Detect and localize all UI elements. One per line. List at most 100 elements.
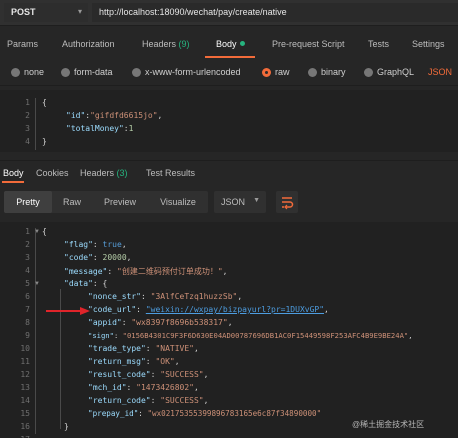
radio-binary-label: binary xyxy=(321,67,346,77)
tab-response-headers-label: Headers xyxy=(80,168,115,178)
radio-none[interactable]: none xyxy=(11,67,44,77)
line-number: 4 xyxy=(25,266,30,275)
radio-form-data-label: form-data xyxy=(74,67,113,77)
json-value: 1 xyxy=(128,124,134,133)
line-number: 11 xyxy=(20,357,30,366)
radio-circle-icon xyxy=(11,67,20,77)
line-number: 2 xyxy=(25,240,30,249)
code-line: "flag": true, xyxy=(64,240,127,249)
json-key: "trade_type" xyxy=(88,344,146,353)
body-format-select[interactable]: JSON xyxy=(428,67,452,77)
url-input[interactable]: http://localhost:18090/wechat/pay/create… xyxy=(92,3,458,22)
code-url-link[interactable]: "weixin://wxpay/bizpayurl?pr=1DUXvGP" xyxy=(146,305,324,314)
code-line: "id":"gifdfd6615jo", xyxy=(66,111,163,120)
line-number: 10 xyxy=(20,344,30,353)
line-number: 12 xyxy=(20,370,30,379)
view-preview[interactable]: Preview xyxy=(92,191,148,213)
radio-circle-icon xyxy=(308,67,317,77)
tab-headers-label: Headers xyxy=(142,39,177,49)
radio-circle-icon xyxy=(132,67,141,77)
json-value: "SUCCESS" xyxy=(160,396,204,405)
body-type-radios: none form-data x-www-form-urlencoded raw… xyxy=(0,60,458,86)
wrap-lines-button[interactable] xyxy=(276,191,298,213)
line-number: 13 xyxy=(20,383,30,392)
radio-graphql-label: GraphQL xyxy=(377,67,415,77)
active-response-tab-indicator xyxy=(2,181,24,183)
radio-urlencoded[interactable]: x-www-form-urlencoded xyxy=(132,67,241,77)
tab-tests[interactable]: Tests xyxy=(368,39,389,49)
code-line: "prepay_id": "wx02175355399896783165e6c8… xyxy=(88,409,322,418)
response-format-select[interactable]: JSON ▼ xyxy=(214,191,266,213)
view-visualize[interactable]: Visualize xyxy=(148,191,208,213)
line-number: 1 xyxy=(25,227,30,236)
wrap-lines-icon xyxy=(282,197,294,210)
json-key: "data" xyxy=(64,279,93,288)
line-number: 8 xyxy=(25,318,30,327)
tab-params[interactable]: Params xyxy=(7,39,38,49)
json-key: "totalMoney" xyxy=(66,124,124,133)
json-key: "result_code" xyxy=(88,370,151,379)
fold-guide xyxy=(35,228,36,434)
line-number: 3 xyxy=(25,124,30,133)
code-brace: } xyxy=(42,137,47,146)
fold-chevron-icon[interactable]: ▼ xyxy=(34,281,40,287)
line-number: 5 xyxy=(25,279,30,288)
json-key: "code_url" xyxy=(88,305,137,314)
json-key: "nonce_str" xyxy=(88,292,141,301)
tab-response-headers[interactable]: Headers (3) xyxy=(80,168,128,178)
radio-selected-icon xyxy=(262,67,271,77)
json-key: "prepay_id" xyxy=(88,409,139,418)
json-key: "flag" xyxy=(64,240,93,249)
code-line: "totalMoney":1 xyxy=(66,124,134,133)
view-pretty[interactable]: Pretty xyxy=(4,191,52,213)
url-bar: POST ▾ http://localhost:18090/wechat/pay… xyxy=(0,0,458,26)
tab-settings[interactable]: Settings xyxy=(412,39,445,49)
tab-body[interactable]: Body xyxy=(216,39,245,49)
line-number: 15 xyxy=(20,409,30,418)
fold-chevron-icon[interactable]: ▼ xyxy=(34,229,40,235)
line-number: 2 xyxy=(25,111,30,120)
radio-binary[interactable]: binary xyxy=(308,67,346,77)
tab-response-body[interactable]: Body xyxy=(3,168,24,178)
active-tab-indicator xyxy=(205,56,255,58)
method-select[interactable]: POST ▾ xyxy=(4,3,88,22)
line-number: 4 xyxy=(25,137,30,146)
code-line: "sign": "0156B4301C9F3F6D630E04AD0078769… xyxy=(88,331,413,340)
response-headers-count: (3) xyxy=(116,168,128,178)
json-value: "NATIVE" xyxy=(155,344,194,353)
radio-circle-icon xyxy=(61,67,70,77)
json-key: "code" xyxy=(64,253,93,262)
code-line: "nonce_str": "3AlfCeTzq1huzzSb", xyxy=(88,292,243,301)
radio-form-data[interactable]: form-data xyxy=(61,67,113,77)
radio-graphql[interactable]: GraphQL xyxy=(364,67,414,77)
tab-authorization[interactable]: Authorization xyxy=(62,39,115,49)
view-mode-toggle: Pretty Raw Preview Visualize xyxy=(4,191,208,213)
request-body-editor[interactable]: 1 2 3 4 { "id":"gifdfd6615jo", "totalMon… xyxy=(0,90,458,152)
view-raw[interactable]: Raw xyxy=(52,191,92,213)
json-value: "创建二维码预付订单成功！" xyxy=(117,267,223,276)
line-number: 14 xyxy=(20,396,30,405)
chevron-down-icon: ▾ xyxy=(77,7,82,16)
json-key: "appid" xyxy=(88,318,122,327)
tab-cookies[interactable]: Cookies xyxy=(36,168,69,178)
annotation-arrow-icon xyxy=(46,307,90,315)
json-value: "wx8397f8696b538317" xyxy=(131,318,228,327)
line-number: 7 xyxy=(25,305,30,314)
line-number: 6 xyxy=(25,292,30,301)
radio-raw[interactable]: raw xyxy=(262,67,290,77)
json-value: 20000 xyxy=(102,253,127,262)
json-key: "message" xyxy=(64,267,108,276)
code-brace: { xyxy=(42,227,47,236)
json-key: "id" xyxy=(66,111,86,120)
code-line: "code_url": "weixin://wxpay/bizpayurl?pr… xyxy=(88,305,329,314)
json-value: true xyxy=(102,240,122,249)
code-line: "mch_id": "1473426802", xyxy=(88,383,199,392)
fold-guide xyxy=(35,98,36,150)
tab-headers[interactable]: Headers (9) xyxy=(142,39,190,49)
tab-test-results[interactable]: Test Results xyxy=(146,168,195,178)
response-format-label: JSON xyxy=(221,197,246,207)
tab-pre-request-script[interactable]: Pre-request Script xyxy=(272,39,345,49)
line-number: 9 xyxy=(25,331,30,340)
code-brace: } xyxy=(64,422,69,431)
code-brace: { xyxy=(42,98,47,107)
